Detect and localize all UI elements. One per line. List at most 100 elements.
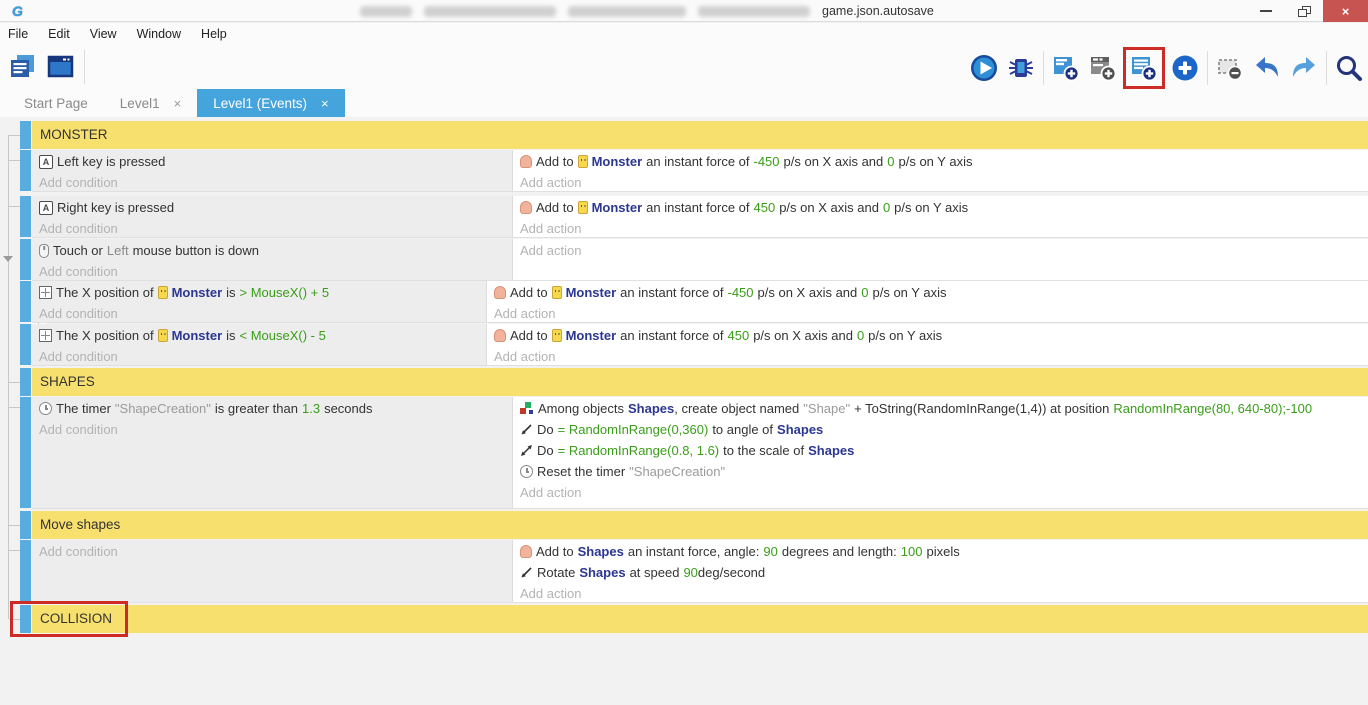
event-handle[interactable] xyxy=(20,397,31,508)
tree-line xyxy=(9,135,20,136)
menu-view[interactable]: View xyxy=(80,27,127,41)
add-condition-link[interactable]: Add condition xyxy=(32,541,512,562)
event-shape-timer[interactable]: The timer "ShapeCreation" is greater tha… xyxy=(32,397,1368,509)
event-handle[interactable] xyxy=(20,540,31,602)
sub-event-x-less[interactable]: The X position of Monster is < MouseX() … xyxy=(32,324,1368,366)
collapse-arrow-icon[interactable] xyxy=(3,256,13,262)
add-circle-button[interactable] xyxy=(1170,53,1200,83)
add-sub-event-button[interactable] xyxy=(1088,53,1118,83)
add-action-link[interactable]: Add action xyxy=(513,240,1368,261)
redacted-title-segment xyxy=(360,6,412,17)
restore-button[interactable] xyxy=(1285,0,1323,22)
actions-cell[interactable]: Among objects Shapes , create object nam… xyxy=(512,397,1368,508)
add-action-link[interactable]: Add action xyxy=(487,346,1368,367)
conditions-cell[interactable]: The timer "ShapeCreation" is greater tha… xyxy=(32,397,512,508)
event-handle[interactable] xyxy=(20,281,31,322)
close-button[interactable]: × xyxy=(1323,0,1368,22)
conditions-cell[interactable]: A Left key is pressed Add condition xyxy=(32,150,512,191)
add-condition-link[interactable]: Add condition xyxy=(32,419,512,440)
scene-editor-button[interactable] xyxy=(46,52,76,82)
play-button[interactable] xyxy=(969,53,999,83)
close-tab-icon[interactable]: × xyxy=(321,96,329,111)
conditions-cell[interactable]: A Right key is pressed Add condition xyxy=(32,196,512,237)
comment-monster[interactable]: MONSTER xyxy=(32,121,1368,149)
toolbar-separator xyxy=(1043,51,1044,85)
add-condition-link[interactable]: Add condition xyxy=(32,346,486,367)
event-handle[interactable] xyxy=(20,324,31,365)
comment-collision[interactable]: COLLISION xyxy=(32,605,1368,633)
add-event-button[interactable] xyxy=(1051,53,1081,83)
play-icon xyxy=(969,53,999,83)
comment-move-shapes[interactable]: Move shapes xyxy=(32,511,1368,539)
comment-shapes[interactable]: SHAPES xyxy=(32,368,1368,396)
event-handle[interactable] xyxy=(20,196,31,237)
tree-line xyxy=(9,407,20,408)
debug-button[interactable] xyxy=(1006,53,1036,83)
add-condition-link[interactable]: Add condition xyxy=(32,172,512,193)
close-tab-icon[interactable]: × xyxy=(174,96,182,111)
undo-button[interactable] xyxy=(1252,53,1282,83)
minimize-button[interactable] xyxy=(1247,0,1285,22)
monster-object-icon xyxy=(552,286,562,299)
tree-line xyxy=(8,135,9,619)
add-comment-button[interactable] xyxy=(1129,53,1159,83)
delete-event-button[interactable] xyxy=(1215,53,1245,83)
redacted-title-segment xyxy=(568,6,686,17)
redo-icon xyxy=(1289,53,1319,83)
add-action-link[interactable]: Add action xyxy=(513,482,1368,503)
menu-edit[interactable]: Edit xyxy=(38,27,80,41)
monster-object-icon xyxy=(578,201,588,214)
position-icon xyxy=(39,329,52,342)
search-button[interactable] xyxy=(1334,53,1364,83)
conditions-cell[interactable]: Touch or Left mouse button is down Add c… xyxy=(32,239,512,280)
event-right-key[interactable]: A Right key is pressed Add condition Add… xyxy=(32,196,1368,238)
toolbar xyxy=(0,44,1368,89)
event-handle[interactable] xyxy=(20,368,31,396)
event-handle[interactable] xyxy=(20,150,31,191)
actions-cell[interactable]: Add action xyxy=(512,239,1368,280)
tab-level1-events[interactable]: Level1 (Events) × xyxy=(197,89,344,117)
annotation-red-box-toolbar xyxy=(1123,47,1165,89)
sub-event-x-greater[interactable]: The X position of Monster is > MouseX() … xyxy=(32,281,1368,323)
conditions-cell[interactable]: The X position of Monster is > MouseX() … xyxy=(32,281,486,322)
event-handle[interactable] xyxy=(20,239,31,280)
add-condition-link[interactable]: Add condition xyxy=(32,261,512,282)
redo-button[interactable] xyxy=(1289,53,1319,83)
toolbar-separator xyxy=(1207,51,1208,85)
event-handle[interactable] xyxy=(20,121,31,149)
conditions-cell[interactable]: The X position of Monster is < MouseX() … xyxy=(32,324,486,365)
add-action-link[interactable]: Add action xyxy=(513,218,1368,239)
gdevelop-window: G game.json.autosave × File Edit View Wi… xyxy=(0,0,1368,705)
actions-cell[interactable]: Add to Monster an instant force of 450 p… xyxy=(486,324,1368,365)
conditions-cell[interactable]: Add condition xyxy=(32,540,512,602)
add-condition-link[interactable]: Add condition xyxy=(32,218,512,239)
event-move-shapes[interactable]: Add condition Add to Shapes an instant f… xyxy=(32,540,1368,603)
actions-cell[interactable]: Add to Monster an instant force of -450 … xyxy=(486,281,1368,322)
event-left-key[interactable]: A Left key is pressed Add condition Add … xyxy=(32,150,1368,192)
project-manager-icon xyxy=(8,52,38,82)
force-hand-icon xyxy=(494,286,506,299)
project-manager-button[interactable] xyxy=(8,52,38,82)
title-bar: G game.json.autosave × xyxy=(0,0,1368,22)
force-hand-icon xyxy=(520,201,532,214)
actions-cell[interactable]: Add to Shapes an instant force, angle: 9… xyxy=(512,540,1368,602)
tab-level1[interactable]: Level1 × xyxy=(104,89,197,117)
add-action-link[interactable]: Add action xyxy=(513,583,1368,604)
add-condition-link[interactable]: Add condition xyxy=(32,303,486,324)
menu-help[interactable]: Help xyxy=(191,27,237,41)
add-action-link[interactable]: Add action xyxy=(513,172,1368,193)
event-handle[interactable] xyxy=(20,511,31,539)
menu-window[interactable]: Window xyxy=(127,27,191,41)
actions-cell[interactable]: Add to Monster an instant force of -450 … xyxy=(512,150,1368,191)
actions-cell[interactable]: Add to Monster an instant force of 450 p… xyxy=(512,196,1368,237)
redacted-title-segment xyxy=(424,6,556,17)
tab-start-page[interactable]: Start Page xyxy=(8,89,104,117)
menu-file[interactable]: File xyxy=(0,27,38,41)
monster-object-icon xyxy=(552,329,562,342)
window-title: game.json.autosave xyxy=(360,0,934,22)
add-action-link[interactable]: Add action xyxy=(487,303,1368,324)
create-object-icon xyxy=(520,402,534,415)
add-comment-icon xyxy=(1129,53,1159,83)
event-touch-mouse[interactable]: Touch or Left mouse button is down Add c… xyxy=(32,239,1368,281)
force-hand-icon xyxy=(494,329,506,342)
